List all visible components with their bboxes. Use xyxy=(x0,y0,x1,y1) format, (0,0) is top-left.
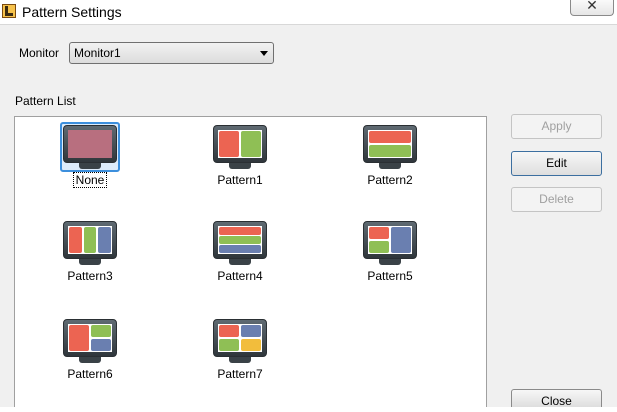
monitor-icon xyxy=(363,125,417,171)
pattern-item-label: None xyxy=(72,172,108,188)
pattern-item-label: Pattern1 xyxy=(217,173,263,187)
monitor-select[interactable]: Monitor1 xyxy=(69,42,274,64)
pattern-item-pattern5[interactable]: Pattern5 xyxy=(345,221,435,283)
monitor-icon xyxy=(363,221,417,267)
pattern-list-label: Pattern List xyxy=(15,94,76,108)
chevron-down-icon xyxy=(260,51,268,56)
monitor-icon xyxy=(213,221,267,267)
pattern-item-pattern1[interactable]: Pattern1 xyxy=(195,125,285,187)
close-icon: ✕ xyxy=(586,0,598,13)
monitor-label: Monitor xyxy=(19,46,60,60)
pattern-item-label: Pattern2 xyxy=(367,173,413,187)
close-button[interactable]: Close xyxy=(511,389,602,408)
pattern-item-pattern2[interactable]: Pattern2 xyxy=(345,125,435,187)
monitor-icon xyxy=(213,319,267,365)
pattern-item-label: Pattern4 xyxy=(217,269,263,283)
pattern-item-pattern7[interactable]: Pattern7 xyxy=(195,319,285,381)
pattern-item-none[interactable]: None xyxy=(45,122,135,188)
apply-button[interactable]: Apply xyxy=(511,114,602,139)
monitor-icon xyxy=(213,125,267,171)
window-close-button[interactable]: ✕ xyxy=(570,0,614,16)
pattern-item-pattern3[interactable]: Pattern3 xyxy=(45,221,135,283)
monitor-select-value: Monitor1 xyxy=(74,46,121,60)
pattern-item-pattern4[interactable]: Pattern4 xyxy=(195,221,285,283)
pattern-item-label: Pattern3 xyxy=(67,269,113,283)
monitor-icon xyxy=(60,122,120,172)
pattern-list[interactable]: None Pattern1 Pattern2 Pattern3 Pattern4… xyxy=(14,116,487,407)
delete-button[interactable]: Delete xyxy=(511,187,602,212)
monitor-icon xyxy=(63,221,117,267)
pattern-item-label: Pattern7 xyxy=(217,367,263,381)
pattern-item-pattern6[interactable]: Pattern6 xyxy=(45,319,135,381)
window-title: Pattern Settings xyxy=(22,4,122,20)
app-icon xyxy=(2,4,16,18)
monitor-icon xyxy=(63,319,117,365)
pattern-item-label: Pattern6 xyxy=(67,367,113,381)
edit-button[interactable]: Edit xyxy=(511,151,602,176)
pattern-item-label: Pattern5 xyxy=(367,269,413,283)
title-bar[interactable]: Pattern Settings ✕ xyxy=(0,0,617,24)
